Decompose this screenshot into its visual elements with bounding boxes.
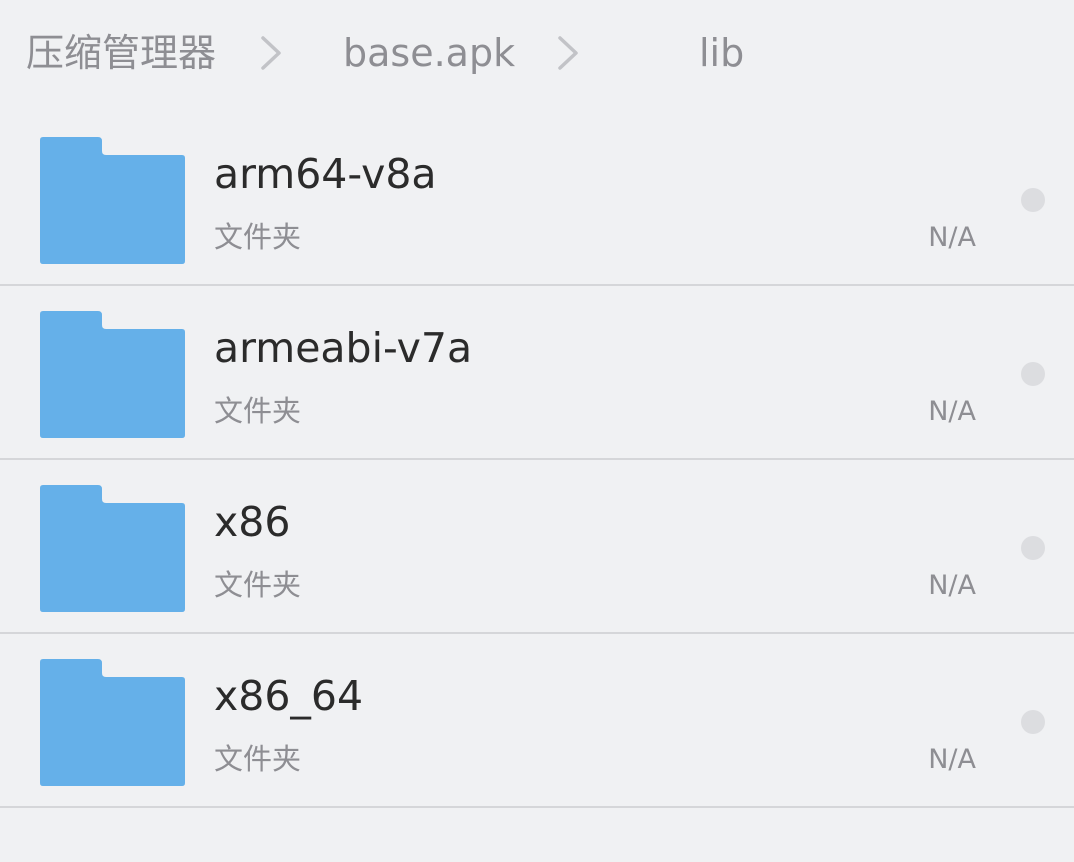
chevron-right-icon	[258, 34, 284, 72]
file-size: N/A	[928, 396, 976, 427]
breadcrumb-item-archive-manager[interactable]: 压缩管理器	[26, 30, 216, 76]
folder-icon	[40, 137, 185, 264]
breadcrumb: 压缩管理器 base.apk lib	[0, 0, 1074, 106]
folder-icon	[40, 485, 185, 612]
file-name: x86	[214, 498, 291, 546]
file-size: N/A	[928, 222, 976, 253]
folder-icon	[40, 659, 185, 786]
file-type: 文件夹	[214, 568, 302, 602]
list-item[interactable]: x86 文件夹 N/A	[0, 460, 1074, 634]
breadcrumb-item-base-apk[interactable]: base.apk	[343, 30, 515, 76]
file-size: N/A	[928, 744, 976, 775]
select-radio[interactable]	[1021, 536, 1045, 560]
select-radio[interactable]	[1021, 710, 1045, 734]
divider	[0, 806, 1074, 808]
file-type: 文件夹	[214, 220, 302, 254]
breadcrumb-item-lib[interactable]: lib	[699, 30, 744, 76]
file-type: 文件夹	[214, 394, 302, 428]
list-item[interactable]: arm64-v8a 文件夹 N/A	[0, 112, 1074, 286]
file-size: N/A	[928, 570, 976, 601]
folder-icon	[40, 311, 185, 438]
select-radio[interactable]	[1021, 362, 1045, 386]
list-item[interactable]: x86_64 文件夹 N/A	[0, 634, 1074, 808]
file-list: arm64-v8a 文件夹 N/A armeabi-v7a 文件夹 N/A x8…	[0, 112, 1074, 808]
file-name: x86_64	[214, 672, 364, 720]
list-item[interactable]: armeabi-v7a 文件夹 N/A	[0, 286, 1074, 460]
file-browser-screen: 压缩管理器 base.apk lib arm64-v8a 文件夹 N/A arm…	[0, 0, 1074, 862]
chevron-right-icon	[555, 34, 581, 72]
file-name: armeabi-v7a	[214, 324, 473, 372]
file-name: arm64-v8a	[214, 150, 437, 198]
select-radio[interactable]	[1021, 188, 1045, 212]
file-type: 文件夹	[214, 742, 302, 776]
